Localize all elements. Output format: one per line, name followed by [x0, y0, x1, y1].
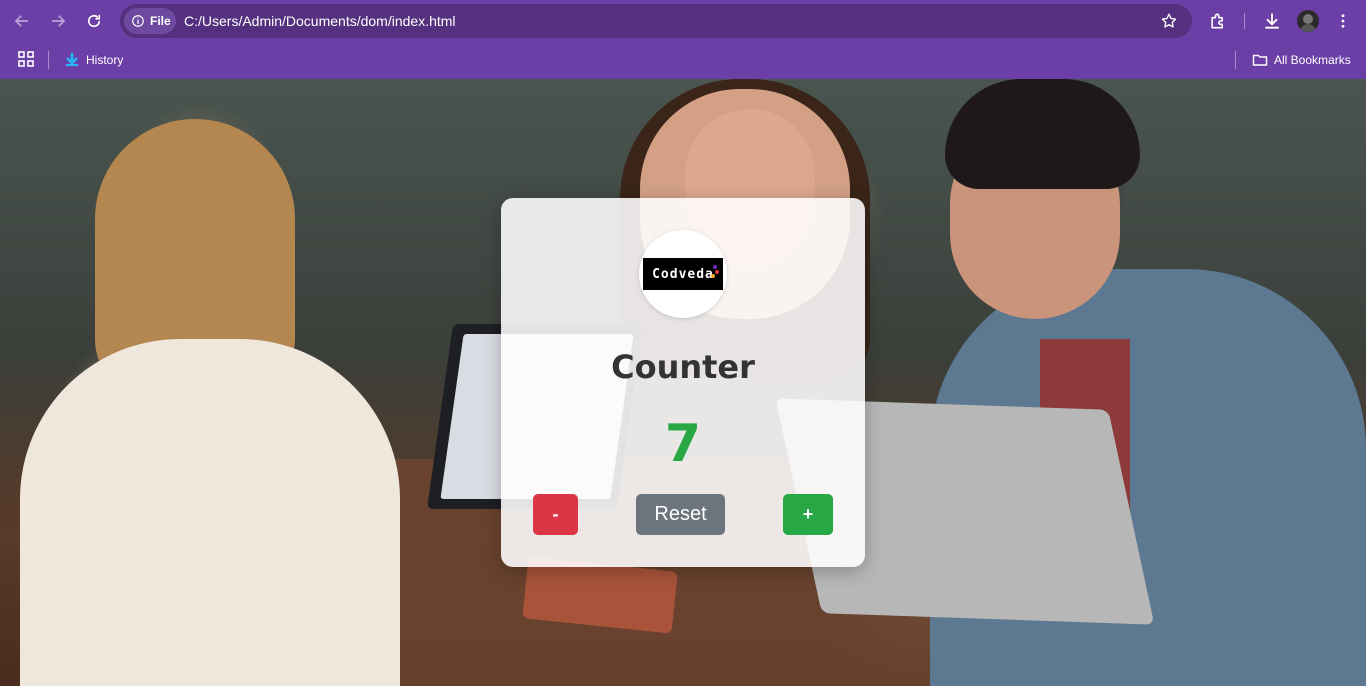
bg-person-left: [20, 339, 400, 686]
info-icon: [132, 15, 144, 27]
logo-text: Codveda: [652, 266, 714, 282]
bookmark-history-label: History: [86, 53, 124, 67]
bookmarks-divider: [48, 51, 49, 69]
apps-grid-icon[interactable]: [18, 51, 34, 67]
forward-button[interactable]: [46, 9, 70, 33]
toolbar-divider: [1244, 13, 1245, 29]
bookmark-history[interactable]: History: [64, 48, 123, 72]
download-icon: [1265, 13, 1279, 29]
menu-button[interactable]: [1332, 10, 1354, 32]
history-bookmark-icon: [66, 53, 78, 67]
kebab-menu-icon: [1341, 14, 1345, 28]
codveda-logo: Codveda: [639, 230, 727, 318]
browser-chrome: File C:/Users/Admin/Documents/dom/index.…: [0, 0, 1366, 79]
downloads-button[interactable]: [1261, 10, 1283, 32]
logo-dots: [711, 265, 719, 279]
all-bookmarks-button[interactable]: All Bookmarks: [1252, 48, 1351, 72]
arrow-right-icon: [52, 15, 66, 27]
arrow-left-icon: [14, 15, 28, 27]
counter-card: Codveda Counter 7 - Reset +: [501, 198, 865, 567]
folder-icon: [1252, 54, 1268, 66]
puzzle-icon: [1211, 13, 1223, 29]
browser-toolbar: File C:/Users/Admin/Documents/dom/index.…: [0, 0, 1366, 42]
reset-button[interactable]: Reset: [636, 494, 725, 535]
address-bar[interactable]: File C:/Users/Admin/Documents/dom/index.…: [120, 4, 1192, 38]
bookmarks-divider-right: [1235, 51, 1236, 69]
counter-value: 7: [664, 414, 702, 474]
counter-title: Counter: [611, 348, 755, 386]
extensions-button[interactable]: [1207, 10, 1229, 32]
bookmarks-bar: History All Bookmarks: [0, 42, 1366, 79]
back-button[interactable]: [10, 9, 34, 33]
bookmark-star-icon[interactable]: [1160, 12, 1178, 30]
reload-button[interactable]: [82, 9, 106, 33]
profile-avatar[interactable]: [1297, 10, 1319, 32]
decrement-button[interactable]: -: [533, 494, 578, 535]
reload-icon: [87, 14, 101, 28]
all-bookmarks-label: All Bookmarks: [1274, 53, 1351, 67]
bg-person-right-hair: [945, 79, 1140, 189]
file-chip-label: File: [150, 14, 171, 28]
url-text[interactable]: C:/Users/Admin/Documents/dom/index.html: [184, 13, 456, 29]
increment-button[interactable]: +: [783, 494, 833, 535]
